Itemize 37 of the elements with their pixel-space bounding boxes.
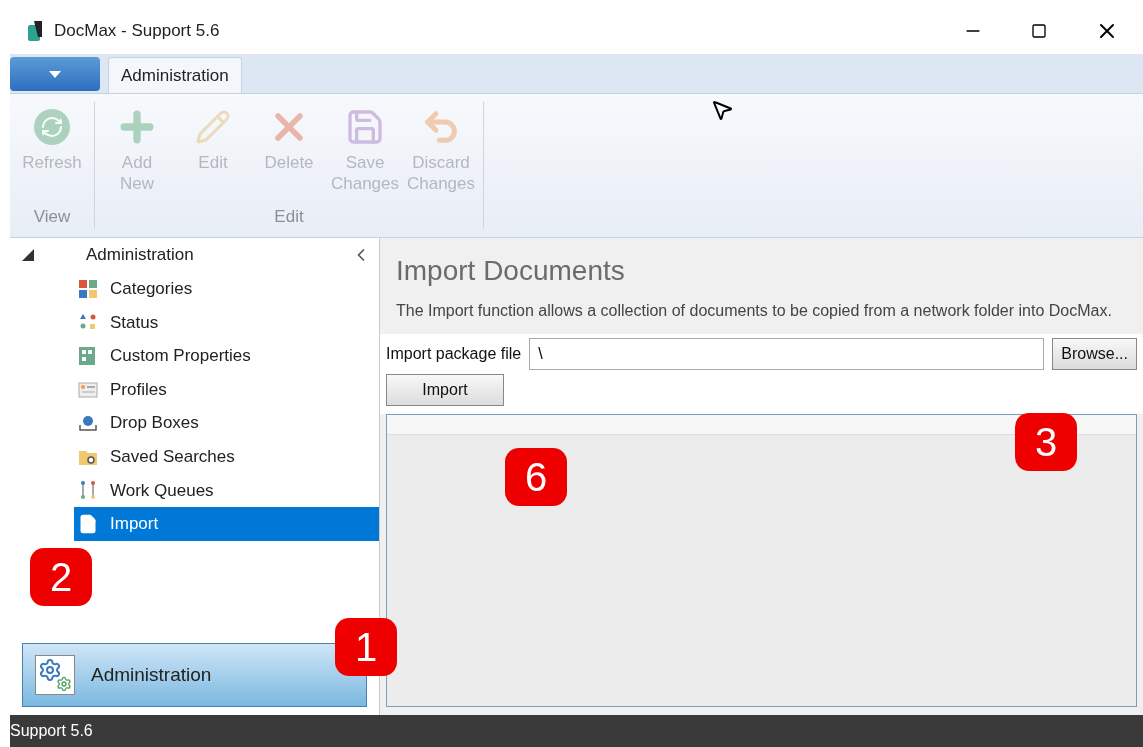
- card-icon: [78, 379, 98, 400]
- tree-item[interactable]: Status: [74, 305, 379, 340]
- refresh-icon: [34, 109, 70, 145]
- tree-item[interactable]: Import: [74, 507, 379, 541]
- window-title: DocMax - Support 5.6: [54, 20, 220, 43]
- tree-root-label[interactable]: Administration: [86, 242, 194, 268]
- status-text: Support 5.6: [10, 721, 93, 741]
- expander-icon[interactable]: [22, 249, 34, 261]
- callout-number: 1: [335, 618, 397, 676]
- ribbon-tab[interactable]: Administration: [108, 57, 242, 93]
- tiles-icon: [78, 278, 98, 299]
- ribbon-group-label: Edit: [274, 205, 304, 228]
- callout-number: 3: [1015, 413, 1077, 471]
- maximize-icon[interactable]: [1031, 23, 1047, 39]
- import-button[interactable]: Import: [386, 374, 504, 406]
- tree-item[interactable]: Work Queues: [74, 473, 379, 508]
- callout-number: 2: [30, 548, 92, 606]
- document-icon: [78, 513, 98, 534]
- tree-item[interactable]: Saved Searches: [74, 439, 379, 474]
- mouse-cursor-icon: [710, 98, 734, 122]
- tree-item[interactable]: Custom Properties: [74, 339, 379, 373]
- dropdown-arrow-icon: [49, 70, 61, 78]
- nodes-icon: [78, 480, 98, 501]
- callout-number: 6: [505, 448, 567, 506]
- field-label: Import package file: [386, 344, 522, 364]
- tree-item[interactable]: Categories: [74, 272, 379, 306]
- page-heading: Import Documents: [396, 254, 626, 288]
- pencil-icon: [195, 109, 231, 145]
- tree-item[interactable]: Drop Boxes: [74, 406, 379, 440]
- gears-icon: [35, 655, 75, 695]
- tree-item[interactable]: Profiles: [74, 372, 379, 407]
- browse-button[interactable]: Browse...: [1052, 338, 1137, 370]
- description-text: The Import function allows a collection of documents to be copied from a network folder into DocMax.: [396, 301, 1113, 321]
- file-path-field[interactable]: \: [529, 338, 1045, 370]
- grid-icon: [78, 346, 98, 366]
- tray-icon: [78, 413, 98, 434]
- ribbon-group-label: View: [33, 205, 71, 228]
